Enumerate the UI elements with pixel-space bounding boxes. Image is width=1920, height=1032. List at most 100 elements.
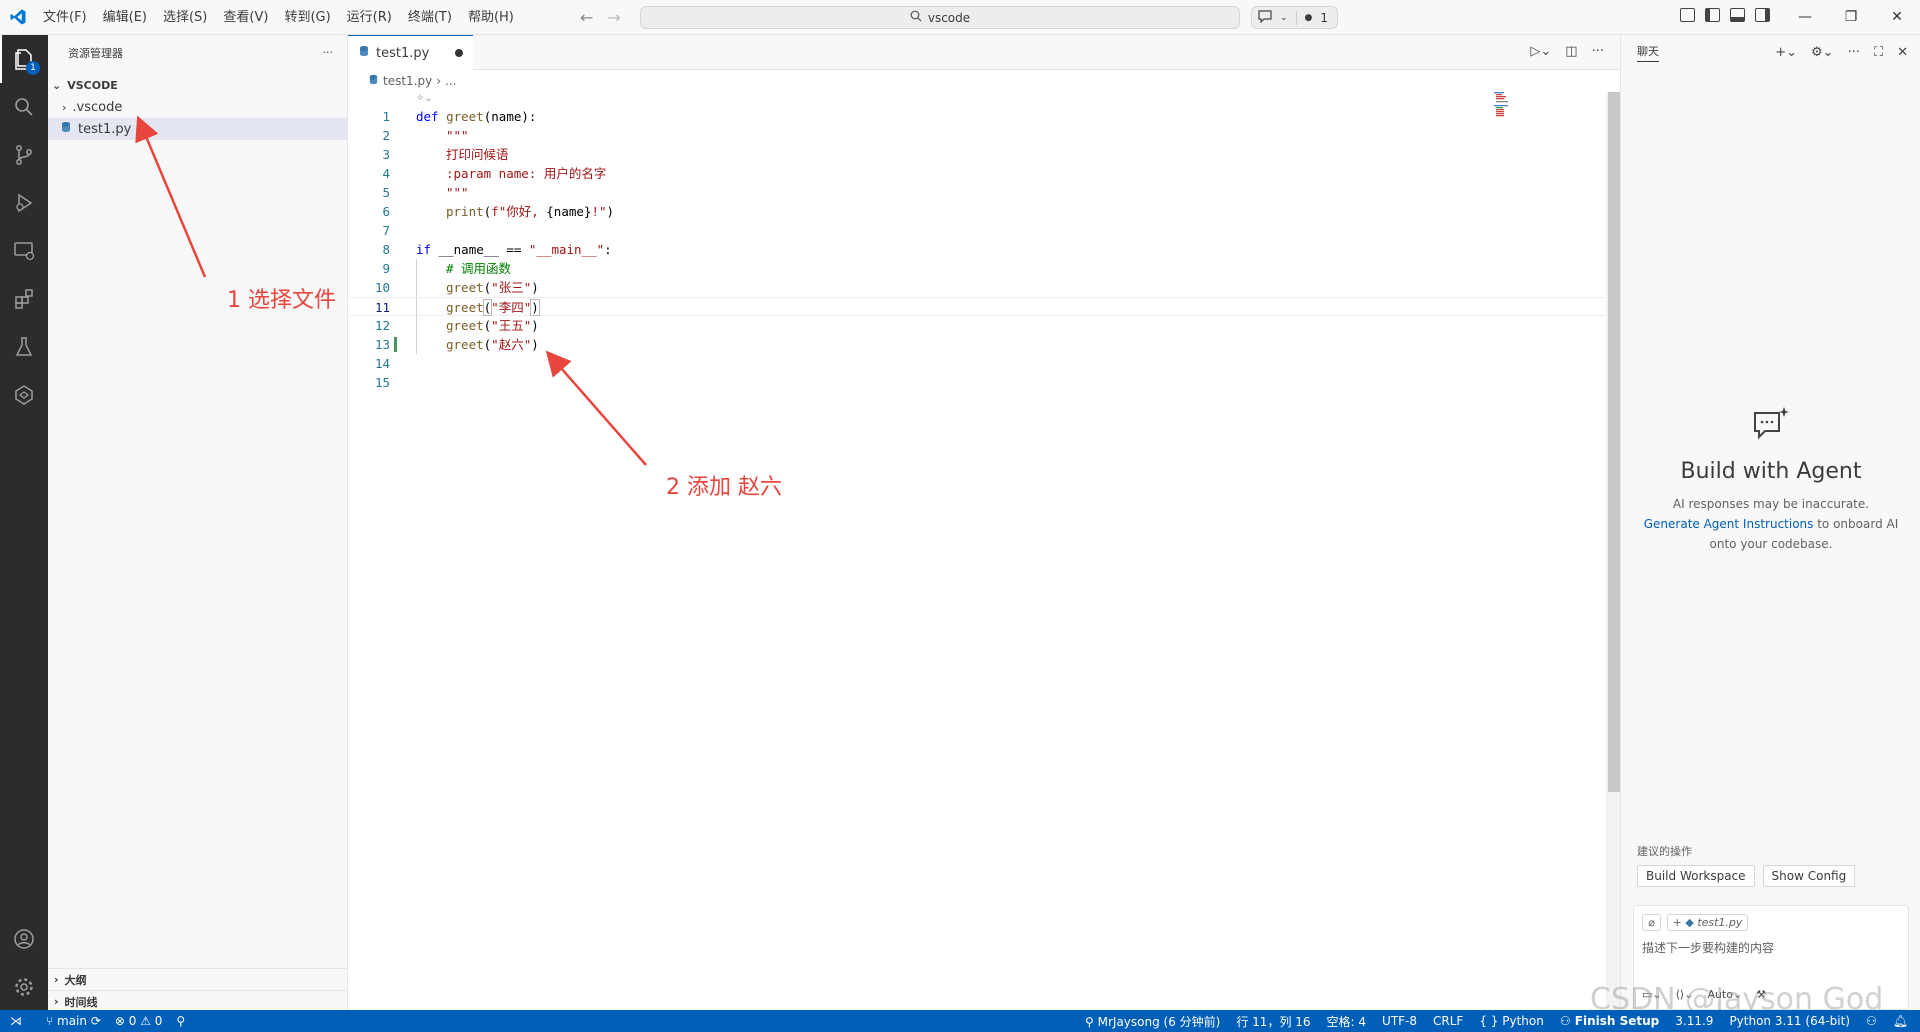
branch-item[interactable]: ⑂ main ⟳ [46,1014,101,1028]
python-version[interactable]: 3.11.9 [1675,1014,1713,1028]
dot-icon: ● [1304,12,1313,23]
chevron-right-icon: › [54,995,59,1008]
account-icon[interactable] [0,915,48,963]
new-chat-icon[interactable]: +⌄ [1775,45,1797,60]
status-left: ⋊ ⑂ main ⟳ ⊗ 0 ⚠ 0 ⚲ [0,1010,185,1032]
chevron-down-icon[interactable]: ⌄ [1280,13,1288,23]
menu-selection[interactable]: 选择(S) [155,0,215,35]
workspace-root[interactable]: ⌄ VSCODE [48,74,347,96]
chat-count: 1 [1320,10,1329,25]
explorer-badge: 1 [26,61,40,75]
timeline-label: 时间线 [64,995,98,1009]
agent-welcome: Build with Agent AI responses may be ina… [1621,405,1920,554]
more-actions-icon[interactable]: ··· [1848,45,1860,60]
tree-item-label: .vscode [72,99,123,115]
chat-icon [1258,9,1272,26]
annotation-arrow-select-file [135,115,207,278]
command-center-label: vscode [927,10,971,25]
chat-panel: 聊天 +⌄ ⚙⌄ ··· ⛶ ✕ Build with Agent AI res… [1620,35,1920,1010]
chat-tab-label[interactable]: 聊天 [1637,43,1659,62]
ports-icon[interactable]: ⚲ [176,1014,185,1028]
problems-item[interactable]: ⊗ 0 ⚠ 0 [115,1014,163,1028]
toggle-panel-icon[interactable] [1730,8,1745,22]
description-line3: onto your codebase. [1709,537,1833,551]
restore-icon[interactable]: ❐ [1828,0,1874,35]
title-bar: 文件(F) 编辑(E) 选择(S) 查看(V) 转到(G) 运行(R) 终端(T… [0,0,1920,35]
chat-actions: +⌄ ⚙⌄ ··· ⛶ ✕ [1775,45,1908,60]
source-control-icon[interactable] [0,131,48,179]
extensions-icon[interactable] [0,275,48,323]
explorer-icon[interactable]: 1 [0,35,48,83]
chat-input-placeholder[interactable]: 描述下一步要构建的内容 [1634,939,1908,956]
indentation[interactable]: 空格: 4 [1327,1013,1367,1030]
settings-icon[interactable]: ⚙⌄ [1811,45,1834,60]
explorer-title: 资源管理器 [68,46,123,60]
chat-toggle[interactable]: ⌄ ● 1 [1251,6,1338,29]
close-icon[interactable]: ✕ [1897,45,1908,60]
python-interpreter[interactable]: Python 3.11 (64-bit) [1729,1014,1850,1028]
menu-help[interactable]: 帮助(H) [460,0,522,35]
tree-item-label: test1.py [78,121,132,137]
toggle-primary-sidebar-icon[interactable] [1705,8,1720,22]
explorer-header: 资源管理器 ··· [48,35,347,70]
show-config-button[interactable]: Show Config [1762,865,1856,887]
chevron-down-icon: ⌄ [52,78,62,92]
copilot-icon[interactable] [0,371,48,419]
vscode-logo-icon [0,0,35,35]
customize-layout-icon[interactable] [1680,8,1695,22]
outline-label: 大纲 [64,973,87,987]
back-arrow-icon[interactable]: ← [580,8,593,27]
menu-edit[interactable]: 编辑(E) [95,0,155,35]
agent-description: AI responses may be inaccurate. Generate… [1621,494,1920,554]
error-count: 0 [128,1014,137,1028]
finish-setup[interactable]: ⚇ Finish Setup [1560,1014,1659,1028]
branch-label: main [57,1014,87,1028]
python-file-icon: ◆ [1685,916,1694,929]
menu-view[interactable]: 查看(V) [215,0,276,35]
run-debug-icon[interactable] [0,179,48,227]
menu-run[interactable]: 运行(R) [339,0,400,35]
blame-item[interactable]: ⚲ MrJaysong (6 分钟前) [1085,1013,1220,1030]
minimize-icon[interactable]: — [1782,0,1828,35]
chat-header: 聊天 +⌄ ⚙⌄ ··· ⛶ ✕ [1621,35,1920,70]
activity-bar: 1 [0,35,48,1010]
notifications-icon[interactable]: 🔔︎ [1893,1014,1908,1028]
line-ending[interactable]: CRLF [1433,1014,1463,1028]
forward-arrow-icon[interactable]: → [607,8,620,27]
command-center[interactable]: vscode [640,6,1240,29]
context-chips: ⌀ + ◆ test1.py [1634,906,1908,939]
search-view-icon[interactable] [0,83,48,131]
annotation-add-zhaoliu: 2 添加 赵六 [666,475,782,500]
suggested-actions-label: 建议的操作 [1637,845,1692,858]
window-controls: — ❐ ✕ [1782,0,1920,35]
outline-section[interactable]: › 大纲 [48,968,348,990]
finish-setup-label: Finish Setup [1574,1014,1660,1028]
suggested-actions: Build Workspace Show Config [1637,865,1856,887]
menu-terminal[interactable]: 终端(T) [400,0,460,35]
generate-instructions-link[interactable]: Generate Agent Instructions [1644,517,1814,531]
close-icon[interactable]: ✕ [1874,0,1920,35]
toggle-secondary-sidebar-icon[interactable] [1755,8,1770,22]
status-right: ⚲ MrJaysong (6 分钟前) 行 11，列 16 空格: 4 UTF-… [1085,1010,1920,1032]
menu-go[interactable]: 转到(G) [276,0,338,35]
blame-label: MrJaysong (6 分钟前) [1097,1014,1221,1029]
maximize-icon[interactable]: ⛶ [1874,45,1883,60]
warning-count: 0 [154,1014,163,1028]
link-rest: to onboard AI [1813,517,1899,531]
more-actions-icon[interactable]: ··· [323,46,334,59]
timeline-section[interactable]: › 时间线 [48,990,348,1012]
menu-file[interactable]: 文件(F) [35,0,95,35]
remote-explorer-icon[interactable] [0,227,48,275]
language-label: Python [1502,1014,1544,1028]
build-workspace-button[interactable]: Build Workspace [1637,865,1755,887]
gear-icon[interactable] [0,963,48,1011]
chevron-right-icon: › [54,973,59,986]
remote-icon[interactable]: ⋊ [0,1010,32,1032]
encoding[interactable]: UTF-8 [1382,1014,1417,1028]
testing-icon[interactable] [0,323,48,371]
language-mode[interactable]: { } Python [1479,1014,1544,1028]
copilot-status-icon[interactable]: ⚇ [1866,1014,1877,1028]
cursor-position[interactable]: 行 11，列 16 [1236,1013,1310,1030]
file-context-chip[interactable]: + ◆ test1.py [1666,914,1749,931]
attach-icon[interactable]: ⌀ [1642,914,1661,931]
